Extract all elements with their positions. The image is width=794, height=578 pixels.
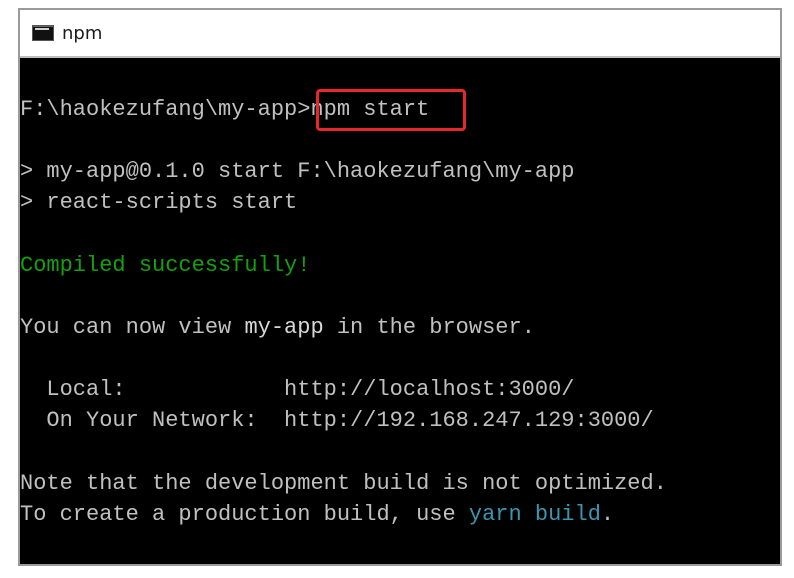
build-suffix: .: [600, 502, 615, 527]
compiled-message: Compiled successfully!: [20, 253, 311, 278]
local-line: Local: http://localhost:3000/: [20, 376, 574, 404]
command-highlight-box: [316, 89, 466, 131]
view-suffix: in the browser.: [323, 315, 535, 340]
network-url[interactable]: http://192.168.247.129:3000/: [284, 408, 654, 433]
console-output[interactable]: F:\haokezufang\my-app>npm start > my-app…: [20, 58, 780, 564]
build-command: yarn build: [468, 502, 601, 527]
prompt-path: F:\haokezufang\my-app>: [20, 97, 311, 122]
view-app-name: my-app: [244, 315, 324, 340]
view-line: You can now view my-app in the browser.: [20, 314, 535, 342]
note-line: Note that the development build is not o…: [20, 471, 667, 496]
title-bar[interactable]: npm: [20, 10, 780, 58]
network-line: On Your Network: http://192.168.247.129:…: [20, 407, 654, 435]
script-line-2: > react-scripts start: [20, 190, 298, 215]
build-line: To create a production build, use yarn b…: [20, 501, 614, 529]
window-title: npm: [62, 22, 103, 44]
script-line-1: > my-app@0.1.0 start F:\haokezufang\my-a…: [20, 159, 575, 184]
terminal-icon: [32, 25, 54, 41]
view-prefix: You can now view: [20, 315, 245, 340]
build-prefix: To create a production build, use: [20, 502, 469, 527]
console-window: npm F:\haokezufang\my-app>npm start > my…: [18, 8, 782, 566]
network-label: On Your Network:: [20, 408, 285, 433]
local-label: Local:: [20, 377, 285, 402]
local-url[interactable]: http://localhost:3000/: [284, 377, 574, 402]
